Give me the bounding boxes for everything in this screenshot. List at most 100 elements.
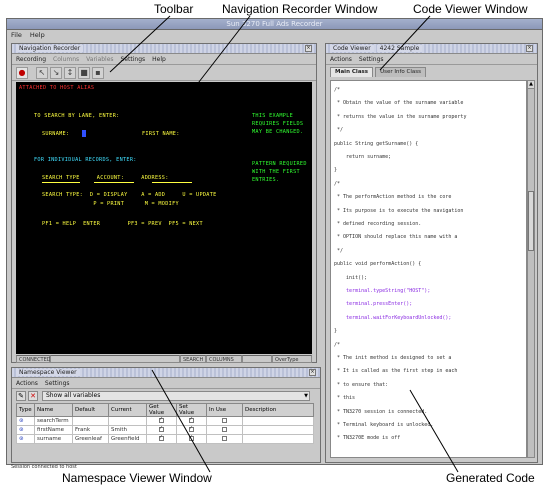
- checkbox[interactable]: [159, 425, 164, 432]
- pointer-icon[interactable]: ↖: [36, 66, 48, 79]
- code-line: * Terminal keyboard is unlocked.: [334, 422, 434, 428]
- column-header[interactable]: Type: [16, 403, 35, 417]
- checkbox[interactable]: [189, 416, 194, 423]
- menu-actions[interactable]: Actions: [330, 54, 352, 64]
- checkbox-cell: [176, 434, 207, 444]
- menu-settings[interactable]: Settings: [45, 378, 70, 388]
- code-line: terminal.pressEnter();: [334, 301, 413, 308]
- close-icon[interactable]: ×: [309, 369, 316, 376]
- checkbox[interactable]: [159, 416, 164, 423]
- generated-code-area[interactable]: /* * Obtain the value of the surname var…: [330, 80, 527, 458]
- status-cell: [50, 355, 180, 363]
- namespace-title: Namespace Viewer: [16, 369, 80, 376]
- close-icon[interactable]: ×: [526, 45, 533, 52]
- code-line: * TN3270 session is connected.: [334, 408, 428, 415]
- table-cell: Greenleaf: [72, 434, 109, 444]
- variable-icon: ⊛: [19, 418, 24, 424]
- column-header[interactable]: Name: [34, 403, 73, 417]
- tab-main-class[interactable]: Main Class: [330, 67, 374, 77]
- column-header[interactable]: Description: [242, 403, 314, 417]
- scroll-up-icon[interactable]: ▲: [528, 81, 534, 89]
- terminal-line: TO SEARCH BY LANE, ENTER:: [34, 113, 120, 119]
- column-header[interactable]: Current: [108, 403, 147, 417]
- callout-navigation-recorder: Navigation Recorder Window: [222, 2, 378, 16]
- terminal-line: FOR INDIVIDUAL RECORDS, ENTER:: [34, 157, 137, 163]
- menu-settings[interactable]: Settings: [121, 54, 146, 64]
- arrow-alt-icon[interactable]: ↕: [64, 66, 76, 79]
- scroll-thumb[interactable]: [528, 191, 534, 251]
- checkbox[interactable]: [222, 435, 227, 441]
- checkbox[interactable]: [222, 417, 227, 423]
- app-title: Sun 3270 Full Ads Recorder: [7, 19, 542, 30]
- code-line: */: [334, 127, 344, 134]
- status-cell: SEARCH: [180, 355, 206, 363]
- code-line: * returns the value in the surname prope…: [334, 113, 467, 120]
- variables-table: Type Name Default Current Get Value Set …: [16, 403, 314, 444]
- table-cell: Smith: [108, 425, 147, 435]
- table-cell: [242, 434, 314, 444]
- recorder-statusbar: CONNECTED SEARCH COLUMNS OverType: [16, 355, 312, 363]
- stop-icon[interactable]: ■: [78, 66, 90, 79]
- code-line: * Its purpose is to execute the navigati…: [334, 207, 464, 214]
- status-cell: CONNECTED: [16, 355, 51, 363]
- callout-namespace-viewer: Namespace Viewer Window: [62, 471, 212, 485]
- edit-icon[interactable]: ✎: [16, 390, 26, 401]
- tab-user-info-class[interactable]: User Info Class: [375, 67, 427, 77]
- menu-variables[interactable]: Variables: [86, 54, 113, 64]
- table-cell: Greenfield: [108, 434, 147, 444]
- table-cell: [242, 416, 314, 426]
- terminal-line: WITH THE FIRST: [252, 169, 300, 175]
- status-cell: OverType: [272, 355, 312, 363]
- table-row[interactable]: ⊛ searchTerm: [16, 416, 314, 426]
- menu-columns[interactable]: Columns: [53, 54, 79, 64]
- namespace-menubar: Actions Settings: [12, 378, 320, 389]
- code-line: * The init method is designed to set a: [334, 355, 452, 361]
- variable-filter-value: Show all variables: [46, 391, 101, 399]
- recorder-menubar: Recording Columns Variables Settings Hel…: [12, 54, 316, 65]
- status-cell: COLUMNS: [206, 355, 242, 363]
- code-line: * Obtain the value of the surname variab…: [334, 100, 464, 107]
- menu-file[interactable]: File: [11, 30, 22, 41]
- arrow-icon[interactable]: ↘: [50, 66, 62, 79]
- table-cell: [108, 416, 147, 426]
- menu-help[interactable]: Help: [30, 30, 45, 41]
- record-icon[interactable]: ●: [16, 66, 28, 79]
- recorder-titlebar[interactable]: Navigation Recorder ×: [12, 44, 316, 54]
- clear-icon[interactable]: ▪: [92, 66, 104, 79]
- code-viewer-title: Code Viewer: [330, 45, 374, 52]
- code-viewer-menubar: Actions Settings: [326, 54, 537, 65]
- namespace-viewer-window: Namespace Viewer × Actions Settings ✎ ✕ …: [11, 367, 321, 463]
- code-line: * TN3270E mode is off: [334, 435, 401, 442]
- checkbox-cell: [146, 434, 177, 444]
- code-line: public void performAction() {: [334, 261, 422, 268]
- checkbox[interactable]: [159, 434, 164, 441]
- menu-help[interactable]: Help: [152, 54, 166, 64]
- type-cell: ⊛: [16, 416, 35, 426]
- terminal-screen[interactable]: ATTACHED TO HOST ALIAS TO SEARCH BY LANE…: [16, 82, 312, 354]
- column-header[interactable]: In Use: [206, 403, 243, 417]
- code-line: }: [334, 328, 338, 335]
- menu-actions[interactable]: Actions: [16, 378, 38, 388]
- delete-icon[interactable]: ✕: [28, 390, 38, 401]
- checkbox[interactable]: [222, 426, 227, 432]
- table-cell: surname: [34, 434, 73, 444]
- checkbox[interactable]: [189, 434, 194, 441]
- code-scrollbar[interactable]: ▲: [527, 80, 535, 458]
- close-icon[interactable]: ×: [305, 45, 312, 52]
- checkbox[interactable]: [189, 425, 194, 432]
- code-line: public String getSurname() {: [334, 140, 419, 147]
- checkbox-cell: [206, 416, 243, 426]
- menu-settings[interactable]: Settings: [359, 54, 384, 64]
- namespace-titlebar[interactable]: Namespace Viewer ×: [12, 368, 320, 378]
- code-viewer-file: 4242 Sample: [376, 45, 423, 52]
- terminal-line: MAY BE CHANGED.: [252, 129, 304, 135]
- navigation-recorder-window: Navigation Recorder × Recording Columns …: [11, 43, 317, 363]
- table-row[interactable]: ⊛ surname Greenleaf Greenfield: [16, 434, 314, 444]
- table-cell: Frank: [72, 425, 109, 435]
- variable-filter-select[interactable]: Show all variables ▼: [42, 390, 310, 401]
- column-header[interactable]: Default: [72, 403, 109, 417]
- menu-recording[interactable]: Recording: [16, 54, 46, 64]
- code-line: * OPTION should replace this name with a: [334, 234, 458, 241]
- table-row[interactable]: ⊛ firstName Frank Smith: [16, 425, 314, 435]
- code-viewer-titlebar[interactable]: Code Viewer 4242 Sample ×: [326, 44, 537, 54]
